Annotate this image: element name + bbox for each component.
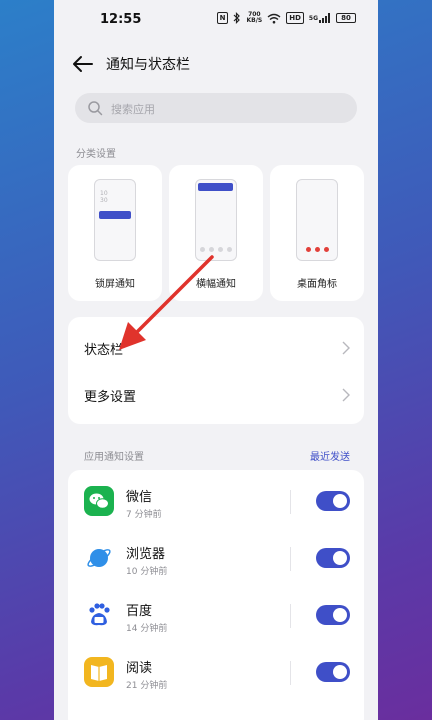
- search-icon: [87, 100, 103, 116]
- divider: [290, 604, 291, 628]
- arrow-left-icon[interactable]: [72, 54, 94, 74]
- hd-badge: HD: [286, 12, 304, 24]
- app-name: 微信: [126, 490, 153, 505]
- book-icon: [84, 657, 114, 687]
- notification-toggle[interactable]: [316, 491, 350, 511]
- toggle-knob: [333, 665, 347, 679]
- notification-toggle[interactable]: [316, 662, 350, 682]
- page-title: 通知与状态栏: [106, 57, 190, 73]
- category-cards: 10 30 锁屏通知 横幅通知 桌面角标: [68, 165, 364, 301]
- wifi-icon: [267, 12, 281, 24]
- chevron-right-icon: [342, 340, 350, 355]
- status-icons: N 700 KB/S HD 5G 80: [216, 11, 356, 24]
- app-last-time: 21 分钟前: [126, 681, 168, 691]
- status-bar: 12:55 N 700 KB/S HD 5G 80: [54, 0, 378, 40]
- app-name: 浏览器: [126, 547, 166, 562]
- signal-label: 5G: [308, 14, 318, 22]
- settings-group: 状态栏 更多设置: [68, 317, 364, 424]
- category-card-label: 锁屏通知: [95, 279, 135, 290]
- category-card-badge[interactable]: 桌面角标: [270, 165, 364, 301]
- header: 通知与状态栏: [54, 46, 378, 82]
- row-label: 状态栏: [84, 343, 124, 358]
- wechat-icon: [84, 486, 114, 516]
- divider: [290, 661, 291, 685]
- lockscreen-notification-bar: [99, 211, 131, 219]
- dock-dot: [200, 247, 205, 252]
- signal-icon: 5G: [309, 12, 331, 24]
- banner-notification-bar: [198, 183, 233, 191]
- toggle-knob: [333, 608, 347, 622]
- phone-screen: 12:55 N 700 KB/S HD 5G 80 通知与状态栏 搜索应用 分类…: [54, 0, 378, 720]
- row-label: 更多设置: [84, 390, 137, 405]
- category-card-banner[interactable]: 横幅通知: [169, 165, 263, 301]
- toggle-knob: [333, 494, 347, 508]
- app-last-time: 14 分钟前: [126, 624, 168, 634]
- battery-icon: 80: [336, 13, 356, 23]
- app-notification-section-label: 应用通知设置: [84, 452, 144, 463]
- divider: [290, 547, 291, 571]
- app-row-baidu[interactable]: 百度 14 分钟前: [68, 588, 364, 645]
- app-last-time: 7 分钟前: [126, 510, 162, 520]
- search-input[interactable]: 搜索应用: [75, 93, 357, 123]
- lockscreen-clock: 10 30: [100, 190, 108, 204]
- app-last-time: 10 分钟前: [126, 567, 168, 577]
- search-placeholder: 搜索应用: [111, 103, 155, 116]
- baidu-paw-icon: [84, 600, 114, 630]
- notification-toggle[interactable]: [316, 548, 350, 568]
- badge-preview: [296, 179, 338, 261]
- badge-dock: [297, 247, 337, 252]
- more-settings[interactable]: 更多设置: [68, 371, 364, 417]
- nfc-icon: N: [216, 12, 229, 24]
- net-speed: 700 KB/S: [246, 11, 263, 24]
- badge-dot: [314, 247, 320, 252]
- app-list: 微信 7 分钟前 浏览器 10 分钟前 百度 14 分钟前 阅读 21 分钟前: [68, 470, 364, 720]
- toggle-knob: [333, 551, 347, 565]
- dock-dot: [227, 247, 232, 252]
- recent-sent-link[interactable]: 最近发送: [310, 448, 350, 463]
- divider: [290, 490, 291, 514]
- status-bar-setting[interactable]: 状态栏: [68, 324, 364, 370]
- browser-icon: [84, 543, 114, 573]
- category-section-label: 分类设置: [76, 149, 116, 160]
- banner-preview: [195, 179, 237, 261]
- bluetooth-icon: [233, 12, 241, 24]
- app-row-wechat[interactable]: 微信 7 分钟前: [68, 474, 364, 531]
- dock-dot: [218, 247, 223, 252]
- app-name: 百度: [126, 604, 153, 619]
- category-card-lockscreen[interactable]: 10 30 锁屏通知: [68, 165, 162, 301]
- banner-dock: [196, 247, 236, 252]
- category-card-label: 横幅通知: [196, 279, 236, 290]
- app-row-reader[interactable]: 阅读 21 分钟前: [68, 645, 364, 702]
- badge-dot: [305, 247, 311, 252]
- chevron-right-icon: [342, 387, 350, 402]
- notification-toggle[interactable]: [316, 605, 350, 625]
- category-card-label: 桌面角标: [297, 279, 337, 290]
- dock-dot: [209, 247, 214, 252]
- app-row-browser[interactable]: 浏览器 10 分钟前: [68, 531, 364, 588]
- lockscreen-preview: 10 30: [94, 179, 136, 261]
- app-name: 阅读: [126, 661, 153, 676]
- badge-dot: [323, 247, 329, 252]
- status-time: 12:55: [100, 12, 142, 27]
